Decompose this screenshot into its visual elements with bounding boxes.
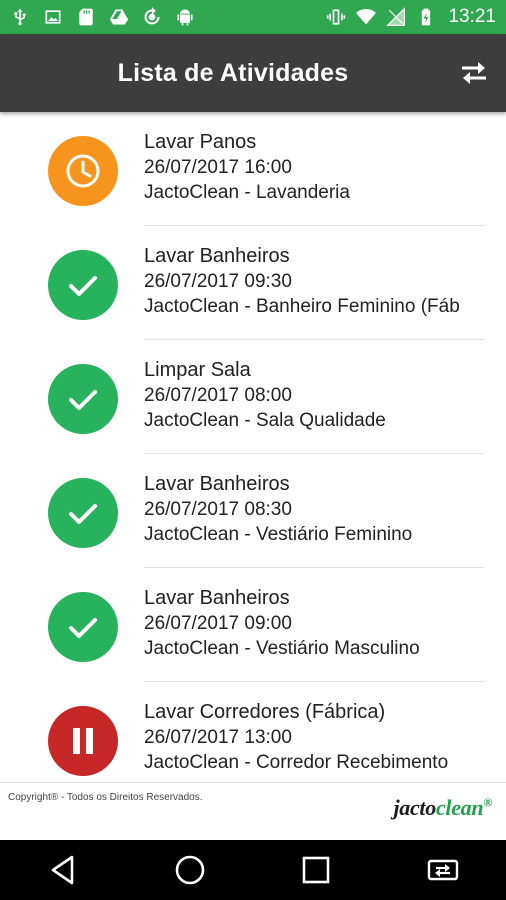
status-avatar (48, 136, 118, 206)
swap-icon (462, 62, 486, 84)
activity-location: JactoClean - Corredor Recebimento (144, 752, 449, 773)
check-icon (69, 618, 97, 638)
activity-texts: Limpar Sala 26/07/2017 08:00 JactoClean … (144, 358, 462, 433)
back-icon (51, 855, 74, 885)
android-icon (175, 7, 195, 27)
swap-button[interactable] (456, 54, 492, 90)
activity-texts: Lavar Banheiros 26/07/2017 09:00 JactoCl… (144, 586, 462, 661)
activity-location: JactoClean - Banheiro Feminino (Fáb (144, 296, 460, 317)
status-bar-system: 13:21 (326, 6, 506, 28)
activity-datetime: 26/07/2017 13:00 (144, 727, 292, 748)
screen-rotate-icon (427, 859, 458, 881)
status-bar-notifications (0, 7, 195, 27)
brand-logo-part2: clean (435, 795, 484, 820)
usb-icon (10, 7, 30, 27)
status-avatar (48, 706, 118, 776)
activity-item[interactable]: Lavar Panos 26/07/2017 16:00 JactoClean … (0, 112, 506, 226)
sd-card-icon (76, 7, 96, 27)
vibrate-icon (326, 7, 346, 27)
activity-location: JactoClean - Vestiário Feminino (144, 524, 413, 545)
activity-datetime: 26/07/2017 08:30 (144, 499, 292, 520)
activity-texts: Lavar Panos 26/07/2017 16:00 JactoClean … (144, 130, 462, 205)
sync-icon (142, 7, 162, 27)
navigation-bar (0, 840, 506, 900)
activity-texts: Lavar Banheiros 26/07/2017 08:30 JactoCl… (144, 472, 462, 547)
activity-title: Lavar Banheiros (144, 587, 290, 609)
activity-datetime: 26/07/2017 09:00 (144, 613, 292, 634)
activity-item[interactable]: Lavar Corredores (Fábrica) 26/07/2017 13… (0, 682, 506, 782)
home-button[interactable] (160, 840, 220, 900)
copyright-text: Copyright® - Todos os Direitos Reservado… (8, 792, 203, 803)
clock-time: 13:21 (448, 6, 496, 27)
recents-button[interactable] (286, 840, 346, 900)
activity-texts: Lavar Corredores (Fábrica) 26/07/2017 13… (144, 700, 462, 775)
status-bar: 13:21 (0, 0, 506, 34)
activity-texts: Lavar Banheiros 26/07/2017 09:30 JactoCl… (144, 244, 462, 319)
check-icon (69, 504, 97, 524)
activity-location: JactoClean - Sala Qualidade (144, 410, 386, 431)
activity-title: Lavar Corredores (Fábrica) (144, 701, 386, 723)
battery-icon (416, 7, 436, 27)
activity-item[interactable]: Lavar Banheiros 26/07/2017 09:30 JactoCl… (0, 226, 506, 340)
status-avatar (48, 364, 118, 434)
activity-list: Lavar Panos 26/07/2017 16:00 JactoClean … (0, 112, 506, 782)
brand-logo: jactoclean® (393, 795, 492, 821)
activity-datetime: 26/07/2017 16:00 (144, 157, 292, 178)
activity-item[interactable]: Lavar Banheiros 26/07/2017 09:00 JactoCl… (0, 568, 506, 682)
activity-location: JactoClean - Lavanderia (144, 182, 350, 203)
wifi-icon (356, 7, 377, 27)
brand-logo-part1: jacto (393, 795, 436, 820)
recents-icon (302, 856, 330, 884)
status-avatar (48, 478, 118, 548)
back-button[interactable] (33, 840, 93, 900)
activity-datetime: 26/07/2017 08:00 (144, 385, 292, 406)
activity-title: Lavar Banheiros (144, 473, 290, 495)
check-icon (69, 390, 97, 410)
pause-icon (73, 728, 93, 754)
activity-datetime: 26/07/2017 09:30 (144, 271, 292, 292)
check-icon (69, 276, 97, 296)
drive-icon (109, 7, 129, 27)
activity-title: Limpar Sala (144, 359, 251, 381)
no-signal-icon (386, 7, 406, 27)
activity-location: JactoClean - Vestiário Masculino (144, 638, 420, 659)
activity-title: Lavar Panos (144, 131, 257, 153)
activity-item[interactable]: Limpar Sala 26/07/2017 08:00 JactoClean … (0, 340, 506, 454)
page-title: Lista de Atividades (117, 59, 349, 87)
activity-item[interactable]: Lavar Banheiros 26/07/2017 08:30 JactoCl… (0, 454, 506, 568)
home-icon (175, 855, 205, 885)
activity-title: Lavar Banheiros (144, 245, 290, 267)
status-avatar (48, 250, 118, 320)
rotate-button[interactable] (413, 840, 473, 900)
image-icon (43, 7, 63, 27)
footer: Copyright® - Todos os Direitos Reservado… (0, 782, 506, 841)
clock-icon (66, 154, 100, 188)
brand-logo-mark: ® (483, 795, 492, 810)
status-avatar (48, 592, 118, 662)
app-bar: Lista de Atividades (0, 34, 506, 112)
